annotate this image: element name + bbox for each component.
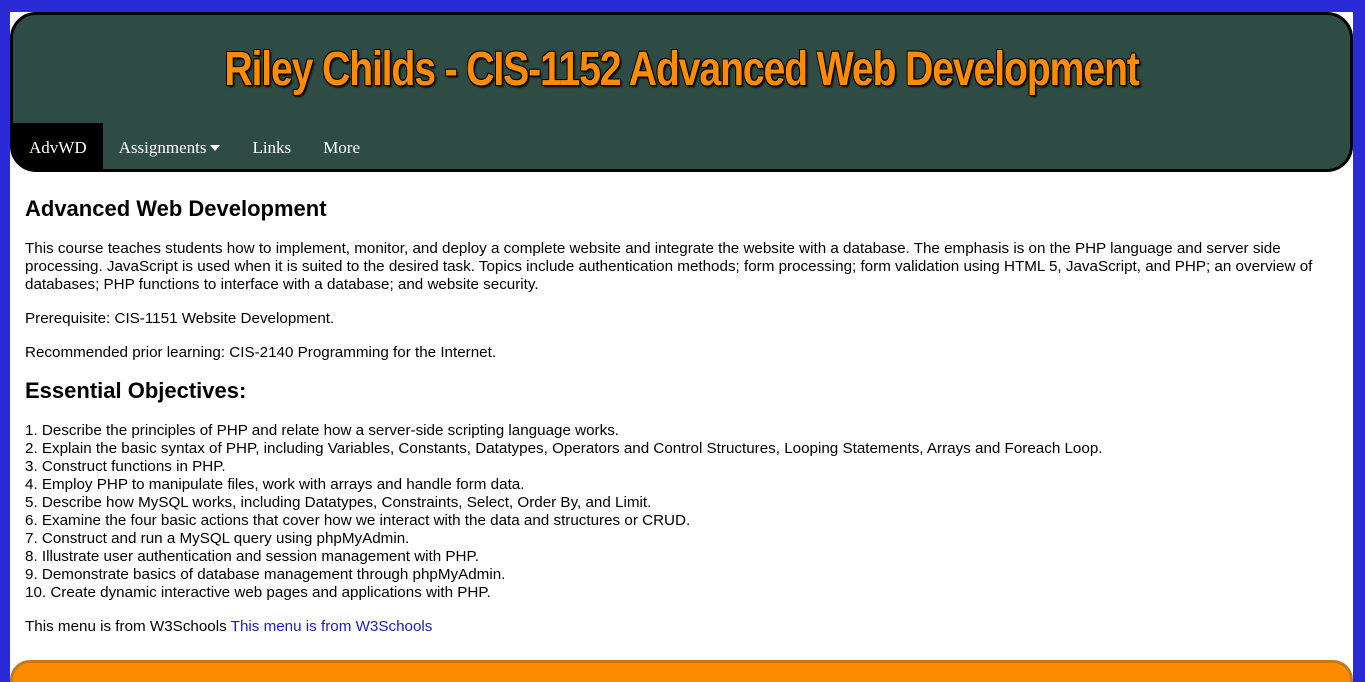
main-content: Advanced Web Development This course tea… xyxy=(25,184,1353,652)
objective-item: 2. Explain the basic syntax of PHP, incl… xyxy=(25,440,1103,457)
objective-item: 8. Illustrate user authentication and se… xyxy=(25,548,479,565)
objective-item: 1. Describe the principles of PHP and re… xyxy=(25,422,620,439)
nav-item-more[interactable]: More xyxy=(307,123,376,169)
objective-item: 9. Demonstrate basics of database manage… xyxy=(25,566,506,583)
page-frame: Riley Childs - CIS-1152 Advanced Web Dev… xyxy=(10,12,1353,682)
objective-item: 7. Construct and run a MySQL query using… xyxy=(25,530,410,547)
top-navbar: AdvWD Assignments Links More xyxy=(13,123,376,169)
nav-item-label: AdvWD xyxy=(29,137,87,157)
nav-item-links[interactable]: Links xyxy=(236,123,307,169)
objectives-heading: Essential Objectives: xyxy=(25,378,247,403)
caret-down-icon xyxy=(210,144,221,151)
credit-line: This menu is from W3Schools This menu is… xyxy=(25,618,1353,636)
site-footer xyxy=(10,660,1353,682)
nav-item-assignments[interactable]: Assignments xyxy=(103,123,237,169)
objective-item: 10. Create dynamic interactive web pages… xyxy=(25,584,491,601)
course-description: This course teaches students how to impl… xyxy=(25,240,1313,293)
nav-item-label: Assignments xyxy=(118,137,207,157)
w3schools-link[interactable]: This menu is from W3Schools xyxy=(231,618,433,635)
objective-item: 6. Examine the four basic actions that c… xyxy=(25,512,691,529)
prerequisite-text: Prerequisite: CIS-1151 Website Developme… xyxy=(25,310,335,327)
recommended-text: Recommended prior learning: CIS-2140 Pro… xyxy=(25,344,497,361)
objective-item: 5. Describe how MySQL works, including D… xyxy=(25,494,652,511)
credit-text: This menu is from W3Schools xyxy=(25,618,227,635)
nav-item-label: More xyxy=(323,137,361,157)
nav-item-advwd[interactable]: AdvWD xyxy=(13,123,103,169)
nav-item-label: Links xyxy=(252,137,292,157)
objective-item: 3. Construct functions in PHP. xyxy=(25,458,226,475)
page-heading: Advanced Web Development xyxy=(25,196,327,221)
site-title: Riley Childs - CIS-1152 Advanced Web Dev… xyxy=(224,43,1140,96)
objective-item: 4. Employ PHP to manipulate files, work … xyxy=(25,476,525,493)
objectives-list: 1. Describe the principles of PHP and re… xyxy=(25,422,1353,602)
site-header: Riley Childs - CIS-1152 Advanced Web Dev… xyxy=(10,12,1353,172)
